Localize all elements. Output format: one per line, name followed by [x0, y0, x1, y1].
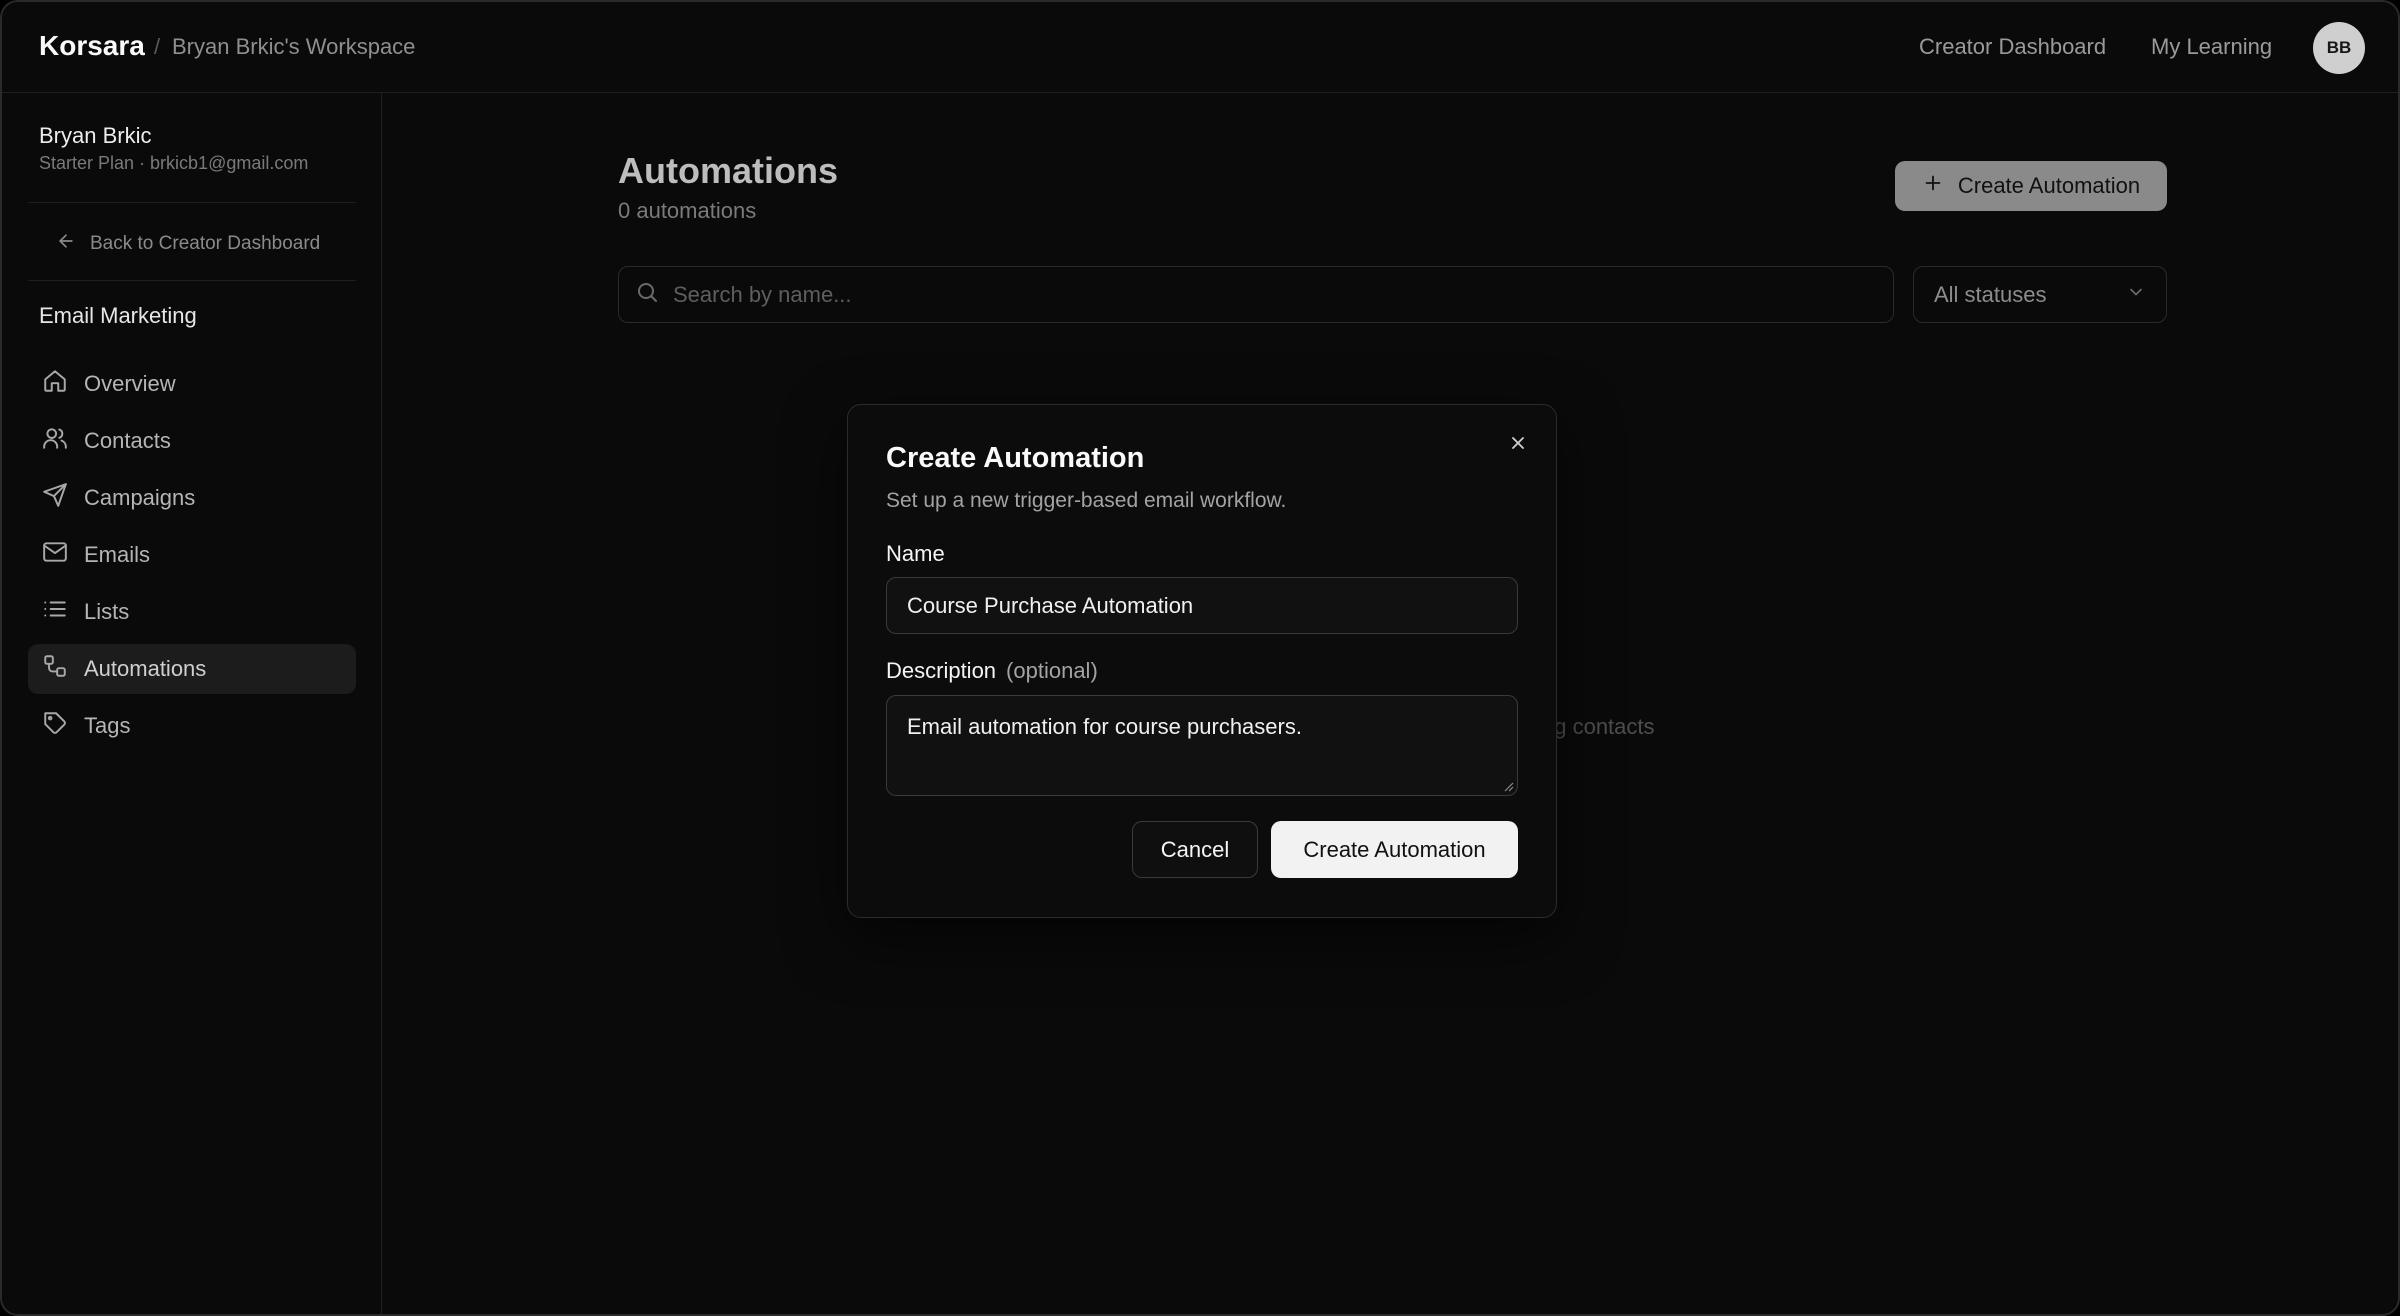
nav-my-learning[interactable]: My Learning	[2151, 34, 2272, 60]
description-label: Description (optional)	[886, 658, 1098, 684]
sidebar-item-label: Campaigns	[84, 485, 196, 510]
sidebar-item-label: Emails	[84, 542, 151, 567]
resize-handle-icon[interactable]	[1502, 779, 1514, 792]
workflow-icon	[42, 653, 68, 685]
sidebar-item-automations[interactable]: Automations	[28, 644, 356, 694]
back-link-label: Back to Creator Dashboard	[90, 233, 321, 254]
section-title: Email Marketing	[39, 303, 197, 328]
cancel-button[interactable]: Cancel	[1132, 821, 1258, 878]
sidebar-item-label: Tags	[84, 713, 131, 738]
sidebar: Bryan Brkic Starter Plan · brkicb1@gmail…	[2, 93, 382, 1314]
search-icon	[635, 280, 659, 309]
status-filter-value: All statuses	[1934, 281, 2047, 307]
sidebar-divider	[28, 280, 356, 281]
home-icon	[42, 368, 68, 400]
sidebar-item-overview[interactable]: Overview	[28, 359, 356, 409]
sidebar-item-emails[interactable]: Emails	[28, 530, 356, 580]
dialog-subtitle: Set up a new trigger-based email workflo…	[886, 489, 1287, 512]
sidebar-item-campaigns[interactable]: Campaigns	[28, 473, 356, 523]
users-icon	[42, 425, 68, 457]
automation-count: 0 automations	[618, 198, 757, 223]
sidebar-item-label: Overview	[84, 371, 176, 396]
empty-state-text: ng contacts	[1542, 714, 1655, 739]
search-input[interactable]	[673, 281, 1853, 308]
app-window: Korsara / Bryan Brkic's Workspace Creato…	[0, 0, 2400, 1316]
close-icon[interactable]	[1506, 431, 1530, 455]
description-label-text: Description	[886, 658, 997, 683]
list-icon	[42, 596, 68, 628]
create-automation-button[interactable]: Create Automation	[1895, 161, 2167, 211]
name-field[interactable]	[886, 577, 1518, 634]
page-title: Automations	[618, 150, 838, 191]
sidebar-item-contacts[interactable]: Contacts	[28, 416, 356, 466]
sidebar-item-lists[interactable]: Lists	[28, 587, 356, 637]
name-label-text: Name	[886, 541, 945, 566]
sidebar-item-label: Automations	[84, 656, 207, 681]
top-bar: Korsara / Bryan Brkic's Workspace Creato…	[2, 2, 2398, 93]
plus-icon	[1922, 172, 1944, 200]
send-icon	[42, 482, 68, 514]
sidebar-item-tags[interactable]: Tags	[28, 701, 356, 751]
search-box[interactable]	[618, 266, 1894, 323]
sidebar-item-label: Lists	[84, 599, 130, 624]
dialog-title: Create Automation	[886, 442, 1145, 474]
submit-create-automation-button[interactable]: Create Automation	[1271, 821, 1518, 878]
sidebar-divider	[28, 202, 356, 203]
brand-logo[interactable]: Korsara	[39, 30, 145, 62]
workspace-name[interactable]: Bryan Brkic's Workspace	[172, 34, 415, 60]
avatar[interactable]: BB	[2313, 22, 2365, 74]
status-filter-select[interactable]: All statuses	[1913, 266, 2167, 323]
breadcrumb-separator: /	[154, 34, 161, 59]
mail-icon	[42, 539, 68, 571]
tag-icon	[42, 710, 68, 742]
arrow-left-icon	[56, 231, 76, 257]
user-name: Bryan Brkic	[39, 123, 152, 148]
description-field[interactable]: Email automation for course purchasers.	[886, 695, 1518, 796]
optional-hint: (optional)	[1006, 658, 1098, 683]
name-label: Name	[886, 541, 945, 567]
sidebar-item-label: Contacts	[84, 428, 171, 453]
create-button-label: Create Automation	[1957, 173, 2141, 198]
nav-creator-dashboard[interactable]: Creator Dashboard	[1919, 34, 2106, 60]
chevron-down-icon	[2126, 282, 2146, 308]
user-plan-email: Starter Plan · brkicb1@gmail.com	[39, 153, 309, 173]
create-automation-dialog: Create Automation Set up a new trigger-b…	[847, 404, 1557, 918]
back-to-dashboard-link[interactable]: Back to Creator Dashboard	[56, 231, 320, 257]
